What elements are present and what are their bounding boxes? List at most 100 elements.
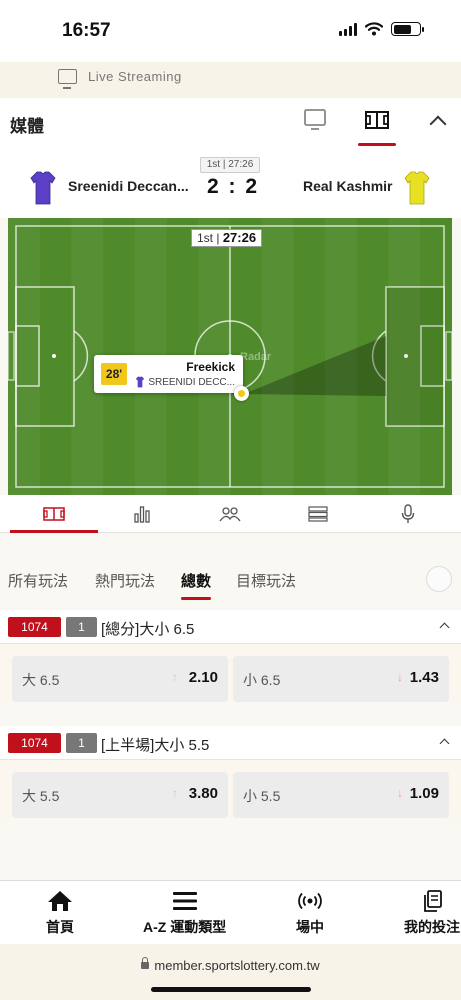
event-type: Freekick	[186, 360, 235, 374]
bets-copy-icon	[424, 890, 442, 912]
media-header: 媒體	[0, 98, 461, 148]
nav-label: A-Z 運動類型	[143, 919, 227, 935]
tab-all-markets[interactable]: 所有玩法	[8, 570, 68, 591]
odds-value: 1.43	[409, 669, 439, 686]
status-icons	[339, 22, 424, 36]
market-header[interactable]: 1074 1 [上半場]大小 5.5	[0, 726, 461, 760]
chevron-up-icon[interactable]	[439, 738, 450, 749]
menu-icon	[172, 892, 197, 910]
pitch-icon	[365, 111, 389, 129]
market-id-badge: 1074	[8, 733, 61, 753]
stat-tab-active-indicator	[10, 530, 98, 533]
radar-watermark: Radar	[240, 351, 272, 363]
odds-button-under[interactable]: 小 6.5 ↓ 1.43	[233, 656, 449, 702]
event-team: SREENIDI DECC...	[135, 376, 235, 388]
live-streaming-label: Live Streaming	[88, 69, 182, 84]
odds-value: 3.80	[188, 785, 218, 802]
period-clock-badge: 1st | 27:26	[200, 157, 260, 173]
collapse-chevron-icon[interactable]	[429, 115, 447, 133]
microphone-icon	[401, 504, 415, 523]
monitor-icon	[58, 69, 77, 89]
away-jersey-icon	[404, 171, 430, 205]
browser-url-bar[interactable]: member.sportslottery.com.tw	[0, 944, 461, 1000]
home-icon	[48, 891, 72, 911]
tab-totals[interactable]: 總數	[181, 570, 212, 600]
away-score: 2	[245, 175, 258, 198]
odds-label: 小 5.5	[243, 788, 281, 804]
tracker-period: 1st	[197, 231, 214, 245]
tab-statistics[interactable]	[122, 503, 162, 525]
media-title: 媒體	[10, 117, 44, 136]
tab-commentary[interactable]	[388, 503, 428, 525]
odds-button-over[interactable]: 大 6.5 ↑ 2.10	[12, 656, 228, 702]
lineup-icon	[219, 507, 241, 522]
battery-icon	[391, 22, 424, 36]
nav-home[interactable]: 首頁	[46, 889, 74, 937]
market-id-badge: 1074	[8, 617, 61, 637]
market-category-tabs: 所有玩法 熱門玩法 總數 目標玩法	[0, 560, 461, 600]
tracker-time: 27:26	[222, 230, 257, 245]
odds-value: 2.10	[188, 669, 218, 686]
chevron-up-icon[interactable]	[439, 622, 450, 633]
arrow-down-icon: ↓	[397, 670, 403, 684]
event-minute: 28'	[101, 363, 127, 385]
status-bar: 16:57	[0, 0, 461, 62]
match-score: 2 : 2	[206, 175, 258, 199]
event-popup: 28' Freekick SREENIDI DECC...	[94, 355, 243, 393]
cellular-signal-icon	[339, 22, 357, 36]
odds-value: 1.09	[409, 785, 439, 802]
home-team-name: Sreenidi Deccan...	[68, 178, 189, 194]
nav-in-play[interactable]: 場中	[296, 889, 324, 937]
tab-goal-markets[interactable]: 目標玩法	[236, 570, 296, 591]
bottom-navigation: 首頁 A-Z 運動類型 場中 我的投注	[0, 880, 461, 944]
nav-label: 我的投注	[404, 919, 460, 935]
ball-position-marker	[234, 386, 249, 401]
url-text: member.sportslottery.com.tw	[154, 958, 320, 973]
event-team-name: SREENIDI DECC...	[148, 376, 235, 388]
market-title: [總分]大小 6.5	[101, 621, 195, 638]
live-streaming-bar[interactable]: Live Streaming	[0, 62, 461, 98]
stat-tabs	[0, 495, 461, 533]
market-count-badge: 1	[66, 617, 97, 637]
wifi-icon	[365, 22, 383, 36]
bar-chart-icon	[134, 506, 150, 523]
nav-label: 場中	[296, 919, 324, 935]
home-jersey-icon	[30, 171, 56, 205]
tab-pitch[interactable]	[34, 503, 74, 525]
market-odds-row: 大 6.5 ↑ 2.10 小 6.5 ↓ 1.43	[0, 644, 461, 702]
filter-toggle[interactable]	[426, 566, 452, 592]
arrow-up-icon: ↑	[172, 670, 178, 684]
home-score: 2	[206, 175, 219, 198]
odds-label: 大 6.5	[22, 672, 60, 688]
pitch-icon	[43, 507, 65, 521]
tab-popular-markets[interactable]: 熱門玩法	[95, 570, 155, 591]
team-jersey-icon	[136, 376, 145, 388]
odds-label: 大 5.5	[22, 788, 60, 804]
odds-button-under[interactable]: 小 5.5 ↓ 1.09	[233, 772, 449, 818]
nav-sports-az[interactable]: A-Z 運動類型	[143, 889, 226, 937]
tab-match-tracker[interactable]	[358, 106, 396, 146]
lock-icon	[141, 957, 150, 969]
live-broadcast-icon	[298, 892, 322, 910]
market-title: [上半場]大小 5.5	[101, 737, 210, 754]
scoreboard: 1st | 27:26 Sreenidi Deccan... 2 : 2 Rea…	[0, 148, 461, 218]
home-indicator[interactable]	[151, 987, 311, 992]
market-count-badge: 1	[66, 733, 97, 753]
odds-label: 小 6.5	[243, 672, 281, 688]
arrow-up-icon: ↑	[172, 786, 178, 800]
away-team-name: Real Kashmir	[303, 178, 393, 194]
odds-button-over[interactable]: 大 5.5 ↑ 3.80	[12, 772, 228, 818]
tab-timeline[interactable]	[298, 503, 338, 525]
url-display: member.sportslottery.com.tw	[0, 957, 461, 973]
arrow-down-icon: ↓	[397, 786, 403, 800]
match-tracker-pitch: Radar 1st | 27:26 28' Freekick SREENIDI …	[8, 218, 452, 495]
tab-lineups[interactable]	[210, 503, 250, 525]
score-separator: :	[228, 175, 236, 198]
tracker-clock: 1st | 27:26	[191, 229, 263, 247]
nav-label: 首頁	[46, 919, 74, 935]
market-header[interactable]: 1074 1 [總分]大小 6.5	[0, 610, 461, 644]
market-odds-row: 大 5.5 ↑ 3.80 小 5.5 ↓ 1.09	[0, 760, 461, 818]
tab-video[interactable]	[296, 106, 334, 140]
nav-my-bets[interactable]: 我的投注	[404, 889, 460, 937]
list-icon	[308, 506, 328, 522]
